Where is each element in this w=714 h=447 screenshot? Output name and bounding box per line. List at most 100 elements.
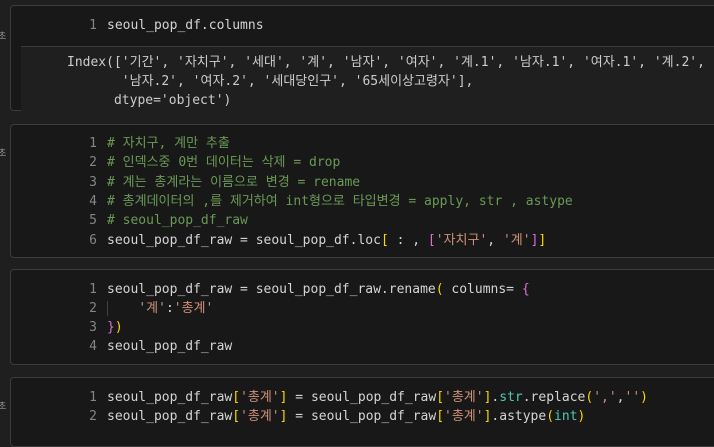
line-number: 2 — [89, 409, 97, 424]
code-token: # 자치구, 계만 추출 — [107, 136, 230, 151]
code-token: str — [499, 390, 523, 405]
code-token: ( — [585, 390, 594, 405]
code-token: ) — [114, 320, 123, 335]
code-token: '총계' — [173, 301, 214, 316]
output-line: '남자.2', '여자.2', '세대당인구', '65세이상고령자'], — [67, 74, 474, 89]
code-token: ) — [640, 390, 648, 405]
code-token: .replace — [522, 390, 586, 405]
code-token: '총계' — [444, 390, 484, 405]
code-cell-3[interactable]: 1 seoul_pop_df_raw = seoul_pop_df_raw.ren… — [10, 269, 714, 365]
code-token: '자치구' — [435, 232, 488, 248]
code-line[interactable]: 3 # 계는 총계라는 이름으로 변경 = rename — [11, 173, 714, 192]
code-text: # 인덱스중 0번 데이터는 삭제 = drop — [107, 153, 340, 172]
code-token: '계' — [502, 232, 531, 248]
cell-editor[interactable]: 1 # 자치구, 계만 추출 2 # 인덱스중 0번 데이터는 삭제 = drop 3 #… — [11, 134, 714, 252]
code-line[interactable]: 5 # seoul_pop_df_raw — [11, 211, 714, 230]
cell-editor[interactable]: 1 seoul_pop_df_raw = seoul_pop_df_raw.ren… — [11, 280, 714, 360]
line-number: 1 — [89, 390, 97, 405]
code-token: { — [521, 282, 530, 297]
code-token: columns= — [443, 282, 522, 297]
code-token: seoul_pop_df_raw — [107, 339, 233, 354]
code-token: : — [165, 301, 174, 316]
code-token: ( — [435, 282, 444, 297]
line-number: 6 — [89, 232, 97, 248]
code-line[interactable]: 1 seoul_pop_df_raw['총계'] = seoul_pop_df_r… — [11, 388, 714, 407]
code-token: , — [487, 232, 503, 248]
code-token: int — [554, 409, 578, 424]
code-token: [ — [427, 232, 436, 248]
cell-output: Index(['기간', '자치구', '세대', '계', '남자', '여자… — [21, 46, 714, 111]
code-text: # 자치구, 계만 추출 — [107, 134, 230, 153]
code-token: # seoul_pop_df_raw — [107, 213, 248, 229]
code-token: = seoul_pop_df_raw — [287, 409, 437, 424]
code-token: ) — [577, 409, 586, 424]
code-token: : , — [388, 232, 428, 248]
code-token: [ — [436, 409, 445, 424]
code-token: [ — [436, 390, 445, 405]
cell-status-marker: 초 — [0, 149, 7, 159]
code-token: ( — [546, 409, 555, 424]
code-line[interactable]: 1 seoul_pop_df_raw = seoul_pop_df_raw.ren… — [11, 280, 714, 299]
code-token: [ — [232, 409, 241, 424]
cell-editor[interactable]: 1 seoul_pop_df.columns — [11, 16, 714, 38]
line-number: 4 — [89, 193, 97, 209]
code-line[interactable]: 4 # 총계데이터의 ,를 제거하여 int형으로 타입변경 = apply, s… — [11, 192, 714, 211]
code-token: seoul_pop_df_raw — [107, 390, 233, 405]
line-number: 1 — [89, 18, 97, 33]
code-token: '총계' — [444, 409, 484, 424]
code-token: [ — [380, 232, 389, 248]
line-number: 3 — [89, 174, 97, 190]
line-number: 5 — [89, 213, 97, 229]
code-cell-4[interactable]: 1 seoul_pop_df_raw['총계'] = seoul_pop_df_r… — [10, 377, 714, 447]
code-token: '총계' — [240, 390, 280, 405]
code-text: # 총계데이터의 ,를 제거하여 int형으로 타입변경 = apply, st… — [107, 192, 573, 211]
code-token: seoul_pop_df_raw = seoul_pop_df_raw.rena… — [107, 282, 436, 297]
code-token: seoul_pop_df.columns — [107, 18, 264, 33]
code-text: seoul_pop_df_raw['총계'] = seoul_pop_df_ra… — [107, 388, 648, 407]
code-token: ',' — [593, 390, 617, 405]
output-line: dtype='object') — [67, 93, 232, 108]
code-text: '계':'총계' — [107, 299, 213, 318]
code-line[interactable]: 1 # 자치구, 계만 추출 — [11, 134, 714, 153]
line-number: 1 — [89, 136, 97, 151]
code-token: # 인덱스중 0번 데이터는 삭제 = drop — [107, 155, 341, 171]
code-token: seoul_pop_df_raw = seoul_pop_df.loc — [107, 232, 381, 248]
code-token: # 계는 총계라는 이름으로 변경 = rename — [107, 174, 361, 190]
line-number: 2 — [89, 301, 97, 316]
code-token: } — [107, 320, 115, 335]
line-number: 4 — [89, 339, 97, 354]
code-text: seoul_pop_df.columns — [107, 16, 264, 35]
code-token: = seoul_pop_df_raw — [287, 390, 437, 405]
cell-status-marker: 초 — [0, 32, 7, 42]
code-line[interactable]: 6 seoul_pop_df_raw = seoul_pop_df.loc[ : … — [11, 231, 714, 250]
code-line[interactable]: 1 seoul_pop_df.columns — [11, 16, 714, 35]
code-text: seoul_pop_df_raw = seoul_pop_df.loc[ : ,… — [107, 231, 546, 250]
cell-editor[interactable]: 1 seoul_pop_df_raw['총계'] = seoul_pop_df_r… — [11, 388, 714, 428]
code-text: seoul_pop_df_raw — [107, 337, 232, 356]
line-number: 2 — [89, 155, 97, 171]
code-cell-1[interactable]: 1 seoul_pop_df.columns Index(['기간', '자치구'… — [10, 5, 714, 111]
code-token: # 총계데이터의 ,를 제거하여 int형으로 타입변경 = apply, st… — [107, 193, 573, 209]
line-number: 1 — [89, 282, 97, 297]
code-token: '계' — [138, 301, 166, 316]
code-token: [ — [232, 390, 241, 405]
code-token: '' — [624, 390, 641, 405]
code-text: # 계는 총계라는 이름으로 변경 = rename — [107, 173, 360, 192]
output-line: Index(['기간', '자치구', '세대', '계', '남자', '여자… — [67, 55, 705, 70]
code-cell-2[interactable]: 1 # 자치구, 계만 추출 2 # 인덱스중 0번 데이터는 삭제 = drop 3 #… — [10, 124, 714, 258]
code-line[interactable]: 2 # 인덱스중 0번 데이터는 삭제 = drop — [11, 153, 714, 172]
code-line[interactable]: 3}) — [11, 318, 714, 337]
code-text: seoul_pop_df_raw['총계'] = seoul_pop_df_ra… — [107, 407, 585, 426]
line-number: 3 — [89, 320, 97, 335]
code-token: seoul_pop_df_raw — [107, 409, 233, 424]
code-line[interactable]: 2 '계':'총계' — [11, 299, 714, 318]
cell-status-marker: 초 — [0, 402, 7, 412]
code-text: }) — [107, 318, 123, 337]
code-token: ] — [538, 232, 547, 248]
code-line[interactable]: 4 seoul_pop_df_raw — [11, 337, 714, 356]
code-token: .astype — [491, 409, 547, 424]
code-text: seoul_pop_df_raw = seoul_pop_df_raw.rena… — [107, 280, 530, 299]
code-line[interactable]: 2 seoul_pop_df_raw['총계'] = seoul_pop_df_r… — [11, 407, 714, 426]
code-token: '총계' — [240, 409, 280, 424]
